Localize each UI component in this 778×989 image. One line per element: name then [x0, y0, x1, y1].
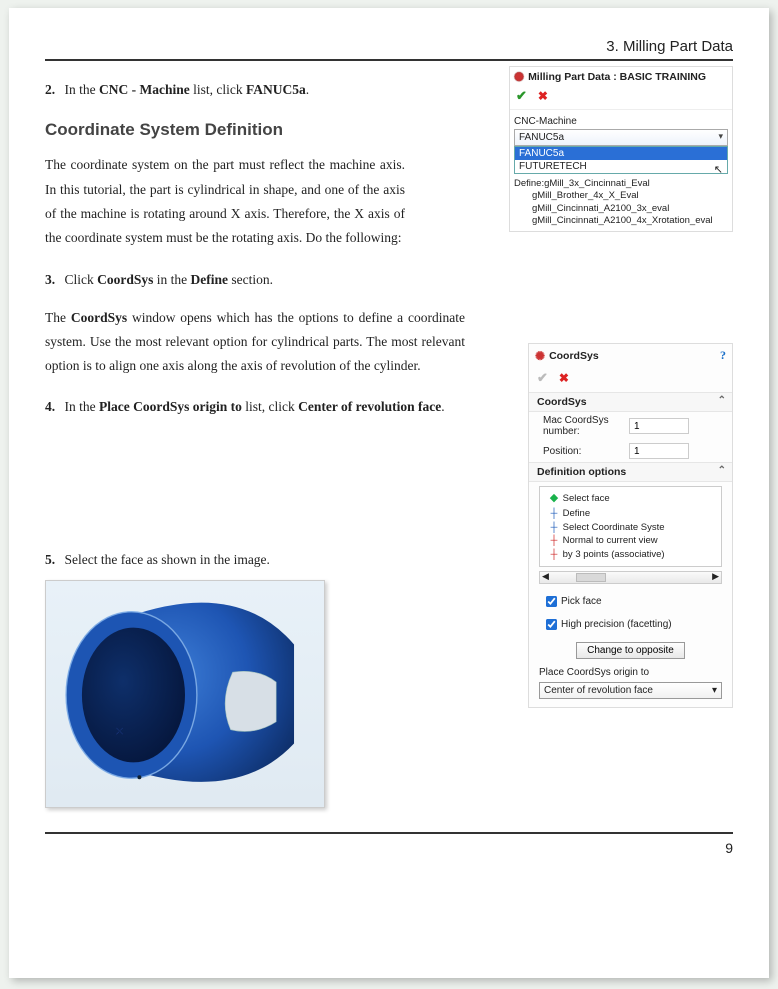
cnc-machine-dropdown[interactable]: FANUC5a: [514, 129, 728, 146]
definition-tree[interactable]: ◆ Select face ┼ Define ┼ Select Coordina…: [539, 486, 722, 567]
define-list: Define:gMill_3x_Cincinnati_Eval gMill_Br…: [510, 176, 732, 231]
pick-face-label: Pick face: [561, 596, 602, 607]
list-item[interactable]: gMill_Cincinnati_A2100_4x_Xrotation_eval: [532, 215, 713, 226]
help-icon[interactable]: ?: [720, 348, 726, 363]
position-input[interactable]: [629, 443, 689, 459]
step-number: 4.: [45, 399, 55, 414]
panel2-title: ✺ CoordSys ?: [529, 344, 732, 368]
step-4: 4. In the Place CoordSys origin to list,…: [45, 396, 465, 419]
top-rule: [45, 59, 733, 61]
ok-icon[interactable]: ✔: [516, 88, 527, 103]
page-number: 9: [45, 840, 733, 856]
cancel-icon[interactable]: ✖: [559, 371, 569, 385]
ok-icon[interactable]: ✔: [537, 370, 548, 385]
app-icon: ✺: [535, 349, 545, 363]
section-header-definition[interactable]: Definition options: [529, 462, 732, 482]
change-opposite-button[interactable]: Change to opposite: [576, 642, 685, 659]
mac-number-input[interactable]: [629, 418, 689, 434]
place-origin-label: Place CoordSys origin to: [529, 665, 732, 680]
dropdown-selected[interactable]: FANUC5a: [515, 130, 727, 145]
dropdown-option[interactable]: FUTURETECH: [515, 160, 727, 173]
panel1-title: ✺ Milling Part Data : BASIC TRAINING: [510, 67, 732, 87]
cursor-icon: ↖: [714, 163, 723, 176]
dropdown-list[interactable]: FANUC5a FUTURETECH ↖: [514, 146, 728, 174]
axis-marker: ⤬: [116, 726, 123, 737]
place-origin-select[interactable]: Center of revolution face: [539, 682, 722, 699]
step-number: 2.: [45, 82, 55, 97]
list-item[interactable]: gMill_3x_Cincinnati_Eval: [544, 178, 650, 189]
pick-face-checkbox[interactable]: [546, 596, 557, 607]
list-item[interactable]: gMill_Brother_4x_X_Eval: [532, 190, 639, 201]
paragraph-coordsys: The CoordSys window opens which has the …: [45, 306, 465, 379]
cancel-icon[interactable]: ✖: [538, 89, 548, 103]
scrollbar-thumb[interactable]: [576, 573, 606, 582]
dropdown-option[interactable]: FANUC5a: [515, 147, 727, 160]
app-icon: ✺: [514, 70, 524, 84]
coordsys-panel: ✺ CoordSys ? ✔ ✖ CoordSys Mac CoordSys n…: [528, 343, 733, 708]
step-number: 3.: [45, 272, 55, 287]
define-icon: ┼: [548, 507, 560, 521]
points-icon: ┼: [548, 548, 560, 562]
position-label: Position:: [543, 446, 623, 457]
coordsys-icon: ┼: [548, 521, 560, 535]
bottom-rule: [45, 832, 733, 834]
normal-icon: ┼: [548, 534, 560, 548]
step-number: 5.: [45, 552, 55, 567]
high-precision-label: High precision (facetting): [561, 619, 672, 630]
step-3: 3. Click CoordSys in the Define section.: [45, 269, 733, 292]
cnc-machine-label: CNC-Machine: [510, 110, 732, 129]
diamond-icon: ◆: [548, 491, 560, 507]
high-precision-checkbox[interactable]: [546, 619, 557, 630]
cylinder-image: ⤬: [45, 580, 325, 808]
intro-paragraph: The coordinate system on the part must r…: [45, 153, 405, 250]
section-header-coordsys[interactable]: CoordSys: [529, 392, 732, 412]
horizontal-scrollbar[interactable]: [539, 571, 722, 584]
mac-number-label: Mac CoordSys number:: [543, 415, 623, 437]
chapter-header: 3. Milling Part Data: [45, 38, 733, 59]
milling-part-data-panel: ✺ Milling Part Data : BASIC TRAINING ✔ ✖…: [509, 66, 733, 232]
list-item[interactable]: gMill_Cincinnati_A2100_3x_eval: [532, 203, 669, 214]
